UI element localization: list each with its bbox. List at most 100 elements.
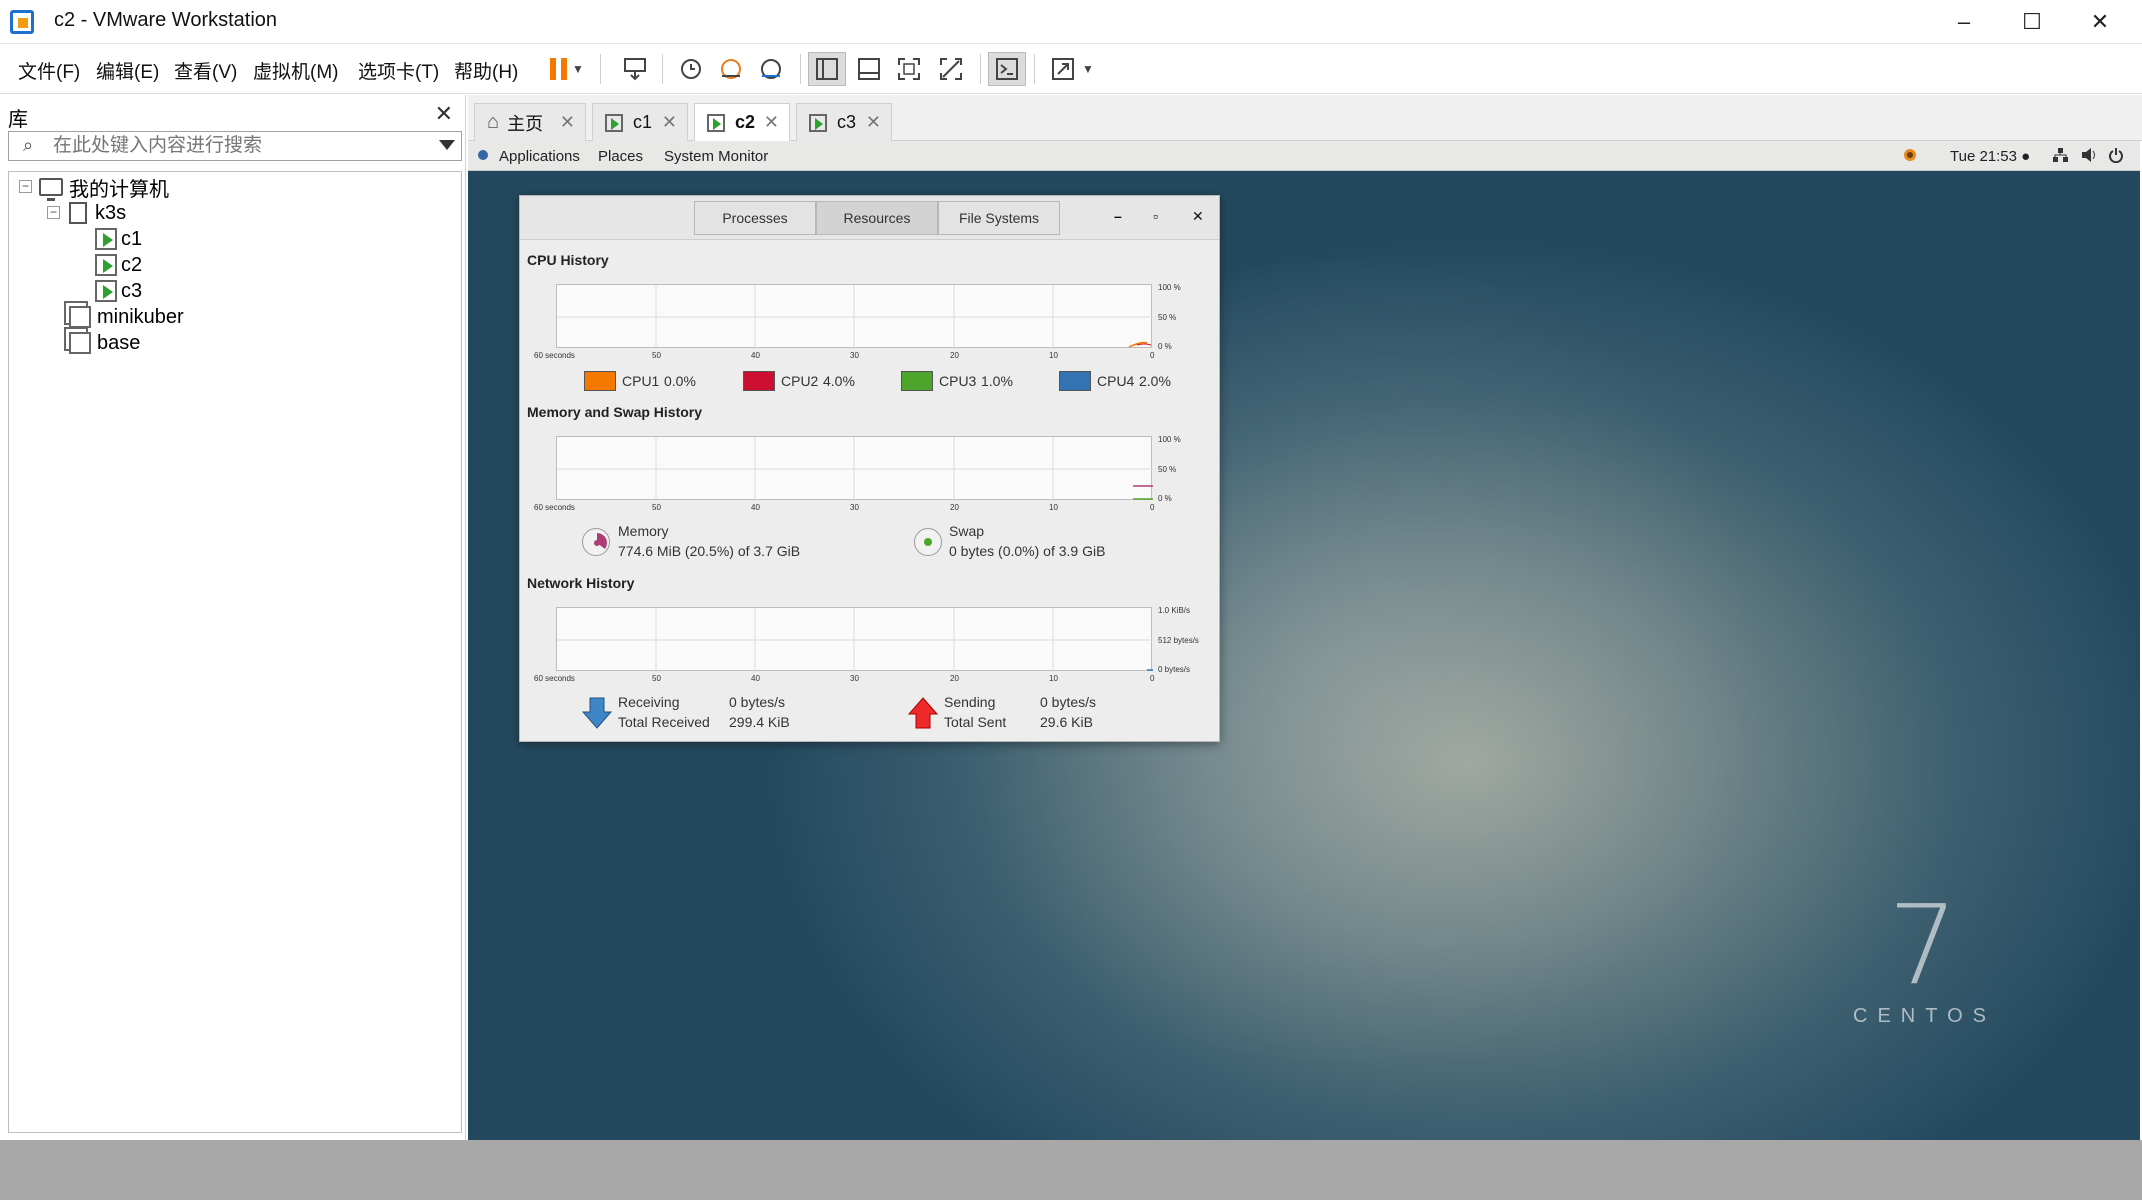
tab-c2[interactable]: c2 ✕ bbox=[694, 103, 790, 141]
cpu4-color-button[interactable] bbox=[1059, 371, 1091, 391]
cpu-y-tick: 100 % bbox=[1158, 283, 1181, 292]
revert-snapshot-button[interactable] bbox=[712, 52, 750, 86]
network-x-tick: 20 bbox=[950, 674, 959, 683]
tab-home[interactable]: ⌂ 主页 ✕ bbox=[474, 103, 586, 141]
pause-icon bbox=[550, 58, 567, 80]
cpu-y-tick: 0 % bbox=[1158, 342, 1172, 351]
update-notifier-icon[interactable] bbox=[1902, 147, 1918, 167]
network-graph-grid bbox=[557, 608, 1153, 672]
tab-close-icon[interactable]: ✕ bbox=[560, 112, 575, 133]
memory-x-tick: 40 bbox=[751, 503, 760, 512]
network-x-tick: 50 bbox=[652, 674, 661, 683]
snapshot-manager-button[interactable] bbox=[752, 52, 790, 86]
library-search-box[interactable]: ⌕ bbox=[8, 131, 462, 161]
sysmon-close-button[interactable]: ✕ bbox=[1192, 208, 1204, 225]
sending-value: 0 bytes/s bbox=[1040, 694, 1097, 710]
tab-file-systems[interactable]: File Systems bbox=[938, 201, 1060, 235]
tree-node-c3[interactable]: c3 bbox=[95, 278, 142, 304]
terminal-icon bbox=[996, 58, 1018, 80]
swap-value: 0 bytes (0.0%) of 3.9 GiB bbox=[949, 543, 1106, 559]
power-icon[interactable] bbox=[2108, 147, 2124, 167]
clock[interactable]: Tue 21:53 ● bbox=[1950, 148, 2030, 165]
unity-button[interactable] bbox=[932, 52, 970, 86]
tab-close-icon[interactable]: ✕ bbox=[866, 112, 881, 133]
menu-tabs[interactable]: 选项卡(T) bbox=[358, 57, 439, 84]
tree-collapse-toggle[interactable]: − bbox=[47, 206, 60, 219]
swap-pie-icon[interactable] bbox=[914, 528, 942, 556]
menu-vm[interactable]: 虚拟机(M) bbox=[253, 57, 338, 84]
menu-file[interactable]: 文件(F) bbox=[18, 57, 80, 84]
full-screen-icon bbox=[898, 58, 920, 80]
stretch-dropdown-button[interactable]: ▼ bbox=[1078, 52, 1098, 86]
vm-running-icon bbox=[605, 113, 623, 132]
tab-c3[interactable]: c3 ✕ bbox=[796, 103, 892, 141]
cpu3-color-button[interactable] bbox=[901, 371, 933, 391]
applications-menu[interactable]: Applications bbox=[499, 148, 580, 165]
tab-c1[interactable]: c1 ✕ bbox=[592, 103, 688, 141]
system-monitor-menu[interactable]: System Monitor bbox=[664, 148, 768, 165]
vm-running-icon bbox=[809, 113, 827, 132]
sysmon-minimize-button[interactable]: – bbox=[1114, 208, 1122, 224]
receiving-label: Receiving bbox=[618, 694, 680, 710]
vm-running-icon bbox=[707, 113, 725, 132]
tab-close-icon[interactable]: ✕ bbox=[764, 112, 779, 133]
memory-history-graph bbox=[556, 436, 1153, 501]
network-history-graph bbox=[556, 607, 1153, 672]
console-view-button[interactable] bbox=[988, 52, 1026, 86]
tab-close-icon[interactable]: ✕ bbox=[662, 112, 677, 133]
cpu-x-tick: 50 bbox=[652, 351, 661, 360]
show-library-button[interactable] bbox=[808, 52, 846, 86]
menu-view[interactable]: 查看(V) bbox=[174, 57, 237, 84]
sending-label: Sending bbox=[944, 694, 996, 710]
tree-node-label: c3 bbox=[121, 279, 143, 302]
tab-resources[interactable]: Resources bbox=[816, 201, 938, 235]
tree-node-label: c1 bbox=[121, 227, 143, 250]
tab-processes[interactable]: Processes bbox=[694, 201, 816, 235]
places-menu[interactable]: Places bbox=[598, 148, 643, 165]
power-dropdown-button[interactable]: ▼ bbox=[568, 52, 588, 86]
cpu2-color-button[interactable] bbox=[743, 371, 775, 391]
memory-pie-icon[interactable] bbox=[582, 528, 610, 556]
network-x-tick: 60 seconds bbox=[534, 674, 575, 683]
total-received-label: Total Received bbox=[618, 714, 710, 730]
tree-collapse-toggle[interactable]: − bbox=[19, 180, 32, 193]
menu-help[interactable]: 帮助(H) bbox=[454, 57, 518, 84]
close-button[interactable]: ✕ bbox=[2066, 0, 2134, 44]
tree-node-c2[interactable]: c2 bbox=[95, 252, 142, 278]
tree-node-label: c2 bbox=[121, 253, 143, 276]
menu-edit[interactable]: 编辑(E) bbox=[96, 57, 159, 84]
library-search-input[interactable] bbox=[53, 135, 423, 157]
menu-toolbar-bar: 文件(F) 编辑(E) 查看(V) 虚拟机(M) 选项卡(T) 帮助(H) ▼ … bbox=[0, 44, 2142, 94]
network-icon[interactable] bbox=[2052, 147, 2068, 167]
search-icon: ⌕ bbox=[23, 135, 34, 155]
cpu1-color-button[interactable] bbox=[584, 371, 616, 391]
cpu-graph-grid bbox=[557, 285, 1153, 349]
tree-node-my-computer[interactable]: 我的计算机 bbox=[39, 174, 169, 201]
volume-icon[interactable] bbox=[2080, 147, 2098, 167]
vm-powered-off-icon bbox=[69, 306, 91, 328]
take-snapshot-button[interactable] bbox=[672, 52, 710, 86]
tree-node-k3s[interactable]: k3s bbox=[69, 200, 126, 226]
tree-node-c1[interactable]: c1 bbox=[95, 226, 142, 252]
library-panel: 库 ✕ ⌕ − 我的计算机 − k3s c1 c2 c3 minik bbox=[0, 95, 466, 1140]
library-close-button[interactable]: ✕ bbox=[435, 101, 453, 127]
sysmon-maximize-button[interactable]: ▫ bbox=[1153, 208, 1158, 224]
network-history-title: Network History bbox=[527, 575, 635, 591]
vm-tab-strip: ⌂ 主页 ✕ c1 ✕ c2 ✕ c3 ✕ bbox=[468, 95, 2142, 141]
maximize-button[interactable]: ☐ bbox=[1998, 0, 2066, 44]
memory-x-tick: 0 bbox=[1150, 503, 1155, 512]
show-thumbnail-bar-button[interactable] bbox=[850, 52, 888, 86]
send-ctrl-alt-del-button[interactable] bbox=[616, 52, 654, 86]
tree-node-base[interactable]: base bbox=[69, 330, 140, 356]
sending-arrow-icon[interactable] bbox=[907, 696, 939, 735]
swap-label: Swap bbox=[949, 523, 985, 539]
receiving-arrow-icon[interactable] bbox=[581, 696, 613, 735]
minimize-button[interactable]: – bbox=[1930, 0, 1998, 44]
vm-console[interactable]: Applications Places System Monitor Tue 2… bbox=[468, 141, 2140, 1140]
tree-node-minikuber[interactable]: minikuber bbox=[69, 304, 184, 330]
cpu-x-tick: 60 seconds bbox=[534, 351, 575, 360]
full-screen-button[interactable] bbox=[890, 52, 928, 86]
network-y-tick: 0 bytes/s bbox=[1158, 665, 1191, 674]
search-dropdown-icon[interactable] bbox=[439, 140, 455, 150]
stretch-guest-button[interactable] bbox=[1044, 52, 1082, 86]
